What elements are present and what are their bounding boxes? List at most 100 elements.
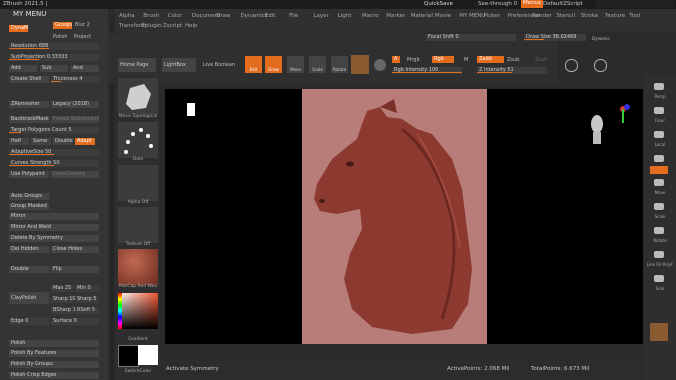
zadd-toggle[interactable]: Zadd [477, 56, 504, 63]
canvas-thumbnail-icon[interactable] [179, 103, 195, 116]
move-button[interactable]: Move [287, 56, 304, 73]
target-polygons-slider[interactable]: Target Polygons Count 5 [9, 127, 99, 134]
backface-mask-icon[interactable] [594, 59, 607, 72]
delete-by-symmetry-button[interactable]: Delete By Symmetry [9, 235, 99, 242]
subprojection-slider[interactable]: SubProjection 0.33333 [9, 54, 99, 61]
double-faces-button[interactable]: Double [9, 266, 49, 273]
menus-button[interactable]: Menus [521, 0, 543, 8]
menu-zscript[interactable]: Zscript [163, 23, 182, 29]
right-local-icon[interactable] [650, 128, 668, 142]
right-floor-icon[interactable] [650, 104, 668, 118]
menu-layer[interactable]: Layer [313, 13, 328, 19]
menu-alpha[interactable]: Alpha [119, 13, 135, 19]
window-controls[interactable] [596, 0, 674, 8]
polish-header[interactable]: Polish [9, 340, 99, 347]
main-color-swatch[interactable] [118, 345, 139, 367]
add-button[interactable]: Add [9, 65, 37, 72]
a-toggle[interactable]: A [392, 56, 400, 63]
zremesher-button[interactable]: ZRemesher [9, 101, 49, 108]
sharp2-slider[interactable]: Sharp 5 [75, 296, 99, 303]
mirror-weld-button[interactable]: Mirror And Weld [9, 224, 99, 231]
menu-render[interactable]: Render [532, 13, 552, 19]
claypolish-button[interactable]: ClayPolish [9, 292, 49, 304]
groups-button[interactable]: Groups [53, 22, 72, 29]
polish-toggle[interactable]: Polish [53, 34, 67, 40]
menu-dynamics[interactable]: Dynamics [241, 13, 268, 19]
brush-thumbnail[interactable] [118, 78, 158, 114]
bsharp-slider[interactable]: BSharp 10 [51, 307, 79, 314]
quicksave-button[interactable]: QuickSave [424, 1, 453, 7]
hue-strip[interactable] [118, 293, 122, 329]
lazy-mouse-icon[interactable] [565, 59, 578, 72]
close-holes-button[interactable]: Close Holes [51, 246, 99, 253]
menu-macro[interactable]: Macro [362, 13, 379, 19]
document-canvas[interactable] [302, 89, 487, 344]
material-thumbnail[interactable] [118, 249, 158, 285]
active-right-button[interactable] [650, 166, 668, 174]
use-polypaint-button[interactable]: Use Polypaint [9, 171, 49, 178]
flip-button[interactable]: Flip [51, 266, 99, 273]
menu-marker[interactable]: Marker [386, 13, 405, 19]
min-slider[interactable]: Min 0 [75, 285, 99, 292]
menu-zplugin[interactable]: Zplugin [141, 23, 162, 29]
thickness-slider[interactable]: Thickness 4 [51, 76, 99, 83]
focal-shift-slider[interactable]: Focal Shift 0 [426, 34, 516, 41]
right-frame-icon[interactable] [650, 152, 668, 166]
menu-file[interactable]: File [289, 13, 298, 19]
edit-button[interactable]: Edit [245, 56, 262, 73]
menu-tool[interactable]: Tool [629, 13, 640, 19]
legacy-button[interactable]: Legacy (2018) [51, 101, 99, 108]
menu-color[interactable]: Color [168, 13, 182, 19]
menu-picker[interactable]: Picker [484, 13, 500, 19]
menu-brush[interactable]: Brush [143, 13, 159, 19]
secondary-color-swatch[interactable] [138, 345, 158, 365]
polish-crisp-edges-button[interactable]: Polish Crisp Edges [9, 372, 99, 379]
color-density-slider[interactable]: ColorDensity [51, 171, 99, 178]
edge-slider[interactable]: Edge 0 [9, 318, 49, 325]
menu-movie[interactable]: Movie [435, 13, 451, 19]
dynamic-toggle[interactable]: Dynamic [592, 36, 610, 41]
zcut-toggle[interactable]: Zcut [535, 57, 546, 63]
right-persp-icon[interactable] [650, 80, 668, 94]
menu-texture[interactable]: Texture [605, 13, 625, 19]
lightbox-button[interactable]: LightBox [162, 58, 196, 72]
curves-strength-slider[interactable]: Curves Strength 50 [9, 160, 99, 167]
rgb-intensity-slider[interactable]: Rgb Intensity 100 [392, 67, 462, 74]
transp-button[interactable] [650, 323, 668, 341]
head-navigation-icon[interactable] [589, 112, 605, 152]
create-shell-button[interactable]: Create Shell [9, 76, 49, 83]
surface-slider[interactable]: Surface 0 [51, 318, 99, 325]
menu-light[interactable]: Light [338, 13, 352, 19]
half-button[interactable]: Half [9, 138, 29, 145]
menu-help[interactable]: Help [185, 23, 198, 29]
rotate-button[interactable]: Rotate [331, 56, 348, 73]
same-button[interactable]: Same [31, 138, 51, 145]
blur-slider[interactable]: Blur 2 [75, 22, 90, 28]
auto-groups-button[interactable]: Auto Groups [9, 193, 49, 200]
dynamesh-button[interactable]: DynaMesh [9, 25, 28, 32]
material-swatch[interactable] [351, 55, 369, 74]
home-page-button[interactable]: Home Page [118, 58, 156, 72]
z-intensity-slider[interactable]: Z Intensity 51 [477, 67, 547, 74]
freeze-subdivision-button[interactable]: Freeze SubdivisionLevels [51, 116, 99, 123]
menu-stroke[interactable]: Stroke [581, 13, 599, 19]
resolution-slider[interactable]: Resolution 688 [9, 43, 99, 50]
menu-edit[interactable]: Edit [265, 13, 276, 19]
mirror-button[interactable]: Mirror [9, 213, 99, 220]
stroke-thumbnail[interactable] [118, 122, 158, 158]
color-picker[interactable] [118, 293, 158, 329]
max-slider[interactable]: Max 25 [51, 285, 73, 292]
right-move-icon[interactable] [650, 176, 668, 190]
mrgb-toggle[interactable]: Mrgb [407, 57, 420, 63]
menu-draw[interactable]: Draw [216, 13, 230, 19]
see-through-slider[interactable]: See-through 0 [478, 1, 517, 7]
adapt-button[interactable]: Adapt [75, 138, 95, 145]
right-solo-icon[interactable] [650, 272, 668, 286]
scale-button[interactable]: Scale [309, 56, 326, 73]
m-toggle[interactable]: M [464, 57, 468, 63]
polish-by-features-button[interactable]: Polish By Features [9, 350, 99, 357]
right-scale-icon[interactable] [650, 200, 668, 214]
activate-symmetry-button[interactable]: Activate Symmetry [166, 366, 219, 372]
right-line-fill-polyf-icon[interactable] [650, 248, 668, 262]
and-button[interactable]: And [71, 65, 99, 72]
